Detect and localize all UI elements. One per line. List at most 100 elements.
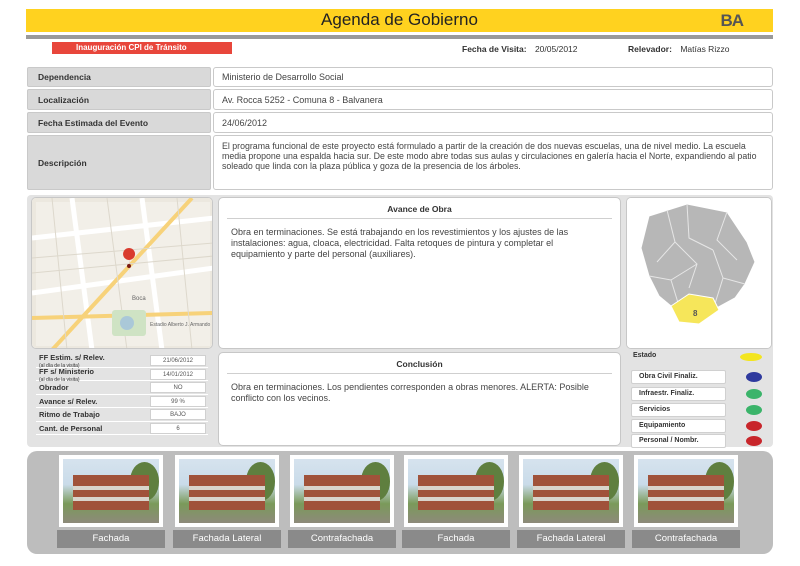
descripcion-value: El programa funcional de este proyecto e… — [213, 135, 773, 190]
fecha-estimada-label: Fecha Estimada del Evento — [27, 112, 211, 133]
map-street-label: Boca — [132, 296, 146, 302]
event-tab: Inauguración CPI de Tránsito — [52, 42, 232, 54]
ff-row-label-text: Cant. de Personal — [39, 423, 103, 433]
row-dependencia: Dependencia Ministerio de Desarrollo Soc… — [27, 67, 773, 87]
avance-text: Obra en terminaciones. Se está trabajand… — [231, 227, 569, 259]
ff-row-label-text: FF Estim. s/ Relev. — [39, 353, 105, 362]
building-shape — [188, 475, 266, 511]
building-shape — [303, 475, 381, 511]
estado-row: Estado — [631, 350, 766, 364]
dependencia-label: Dependencia — [27, 67, 211, 87]
ff-row-label-text: FF s/ Ministerio — [39, 366, 95, 376]
photo-thumbnail[interactable] — [634, 455, 738, 527]
comuna-map[interactable]: 8 — [626, 197, 772, 349]
estado-row: Equipamiento — [631, 419, 766, 433]
photo-caption: Contrafachada — [632, 530, 740, 548]
photo-caption: Fachada Lateral — [517, 530, 625, 548]
building-shape — [417, 475, 495, 511]
row-fecha-estimada: Fecha Estimada del Evento 24/06/2012 — [27, 112, 773, 133]
photo-thumbnail[interactable] — [290, 455, 394, 527]
ff-row: FF Estim. s/ Relev. (al día de la visita)… — [36, 353, 208, 369]
ff-row: FF s/ Ministerio (al día de la visita) 14/… — [36, 366, 208, 383]
header-divider — [26, 35, 773, 39]
page-title: Agenda de Gobierno — [321, 10, 478, 29]
ff-row-label: Obrador — [36, 381, 148, 394]
photo-caption: Fachada Lateral — [173, 530, 281, 548]
ff-row: Avance s/ Relev. 99 % — [36, 395, 208, 408]
header-bar: Agenda de Gobierno BA — [26, 9, 773, 32]
status-indicator — [746, 372, 762, 382]
ff-row-label-text: Obrador — [39, 383, 69, 392]
building-photo — [294, 459, 390, 523]
conclusion-box: Conclusión Obra en terminaciones. Los pe… — [218, 352, 621, 446]
estado-row: Personal / Nombr. — [631, 434, 766, 448]
descripcion-label: Descripción — [27, 135, 211, 190]
building-shape — [72, 475, 150, 511]
photo-caption: Fachada — [57, 530, 165, 548]
estado-label: Equipamiento — [631, 419, 726, 433]
building-photo — [523, 459, 619, 523]
relevador: Relevador: Matías Rizzo — [628, 44, 729, 54]
building-photo — [408, 459, 504, 523]
avance-box: Avance de Obra Obra en terminaciones. Se… — [218, 197, 621, 349]
ff-row-label: Ritmo de Trabajo — [36, 408, 148, 421]
photo-caption: Fachada — [402, 530, 510, 548]
map-image: Boca Estadio Alberto J. Armando — [32, 198, 212, 348]
avance-title: Avance de Obra — [227, 198, 612, 219]
photo-caption: Contrafachada — [288, 530, 396, 548]
relevador-value: Matías Rizzo — [680, 44, 730, 54]
status-indicator — [746, 421, 762, 431]
ff-table: FF Estim. s/ Relev. (al día de la visita)… — [36, 354, 208, 435]
photo-thumbnail[interactable] — [59, 455, 163, 527]
ff-row-label: FF Estim. s/ Relev. (al día de la visita) — [36, 353, 148, 369]
location-map[interactable]: Boca Estadio Alberto J. Armando — [31, 197, 213, 349]
ff-row-value: 14/01/2012 — [150, 368, 206, 380]
building-photo — [638, 459, 734, 523]
row-descripcion: Descripción El programa funcional de est… — [27, 135, 773, 190]
localizacion-label: Localización — [27, 89, 211, 110]
localizacion-value: Av. Rocca 5252 - Comuna 8 - Balvanera — [213, 89, 773, 110]
fecha-estimada-value: 24/06/2012 — [213, 112, 773, 133]
ff-row-value: 21/06/2012 — [150, 355, 206, 366]
ff-row-label: Cant. de Personal — [36, 422, 148, 435]
estado-row: Servicios — [631, 403, 766, 417]
ff-row-label: Avance s/ Relev. — [36, 395, 148, 408]
building-photo — [179, 459, 275, 523]
dependencia-value: Ministerio de Desarrollo Social — [213, 67, 773, 87]
estado-label: Servicios — [631, 403, 726, 417]
ff-row-value: 6 — [150, 422, 206, 434]
building-photo — [63, 459, 159, 523]
status-indicator — [746, 389, 762, 399]
relevador-label: Relevador: — [628, 44, 672, 54]
fecha-visita: Fecha de Visita: 20/05/2012 — [462, 44, 578, 54]
status-indicator — [740, 353, 762, 361]
photo-thumbnail[interactable] — [519, 455, 623, 527]
conclusion-title: Conclusión — [227, 353, 612, 374]
status-indicator — [746, 436, 762, 446]
map-place-label: Estadio Alberto J. Armando — [150, 322, 211, 328]
estado-label: Infraestr. Finaliz. — [631, 387, 726, 401]
estado-label: Obra Civil Finaliz. — [631, 370, 726, 384]
building-shape — [647, 475, 725, 511]
row-localizacion: Localización Av. Rocca 5252 - Comuna 8 -… — [27, 89, 773, 110]
ba-logo: BA — [720, 11, 744, 30]
comuna-number: 8 — [693, 309, 698, 318]
estado-row: Infraestr. Finaliz. — [631, 387, 766, 401]
photo-thumbnail[interactable] — [175, 455, 279, 527]
comuna-map-image: 8 — [627, 198, 771, 348]
ff-row-value: 99 % — [150, 395, 206, 407]
estado-label: Personal / Nombr. — [631, 434, 726, 448]
estado-panel: Estado Obra Civil Finaliz. Infraestr. Fina… — [627, 350, 772, 448]
ff-row-value: BAJO — [150, 409, 206, 420]
photo-thumbnail[interactable] — [404, 455, 508, 527]
status-indicator — [746, 405, 762, 415]
estado-label: Estado — [633, 352, 657, 359]
ff-row: Ritmo de Trabajo BAJO — [36, 408, 208, 422]
fecha-visita-value: 20/05/2012 — [534, 44, 578, 54]
ff-row-label: FF s/ Ministerio (al día de la visita) — [36, 366, 148, 382]
ff-row-label-text: Ritmo de Trabajo — [39, 410, 100, 419]
fecha-visita-label: Fecha de Visita: — [462, 44, 527, 54]
estado-row: Obra Civil Finaliz. — [631, 370, 766, 384]
building-shape — [532, 475, 610, 511]
ff-row: Obrador NO — [36, 381, 208, 395]
